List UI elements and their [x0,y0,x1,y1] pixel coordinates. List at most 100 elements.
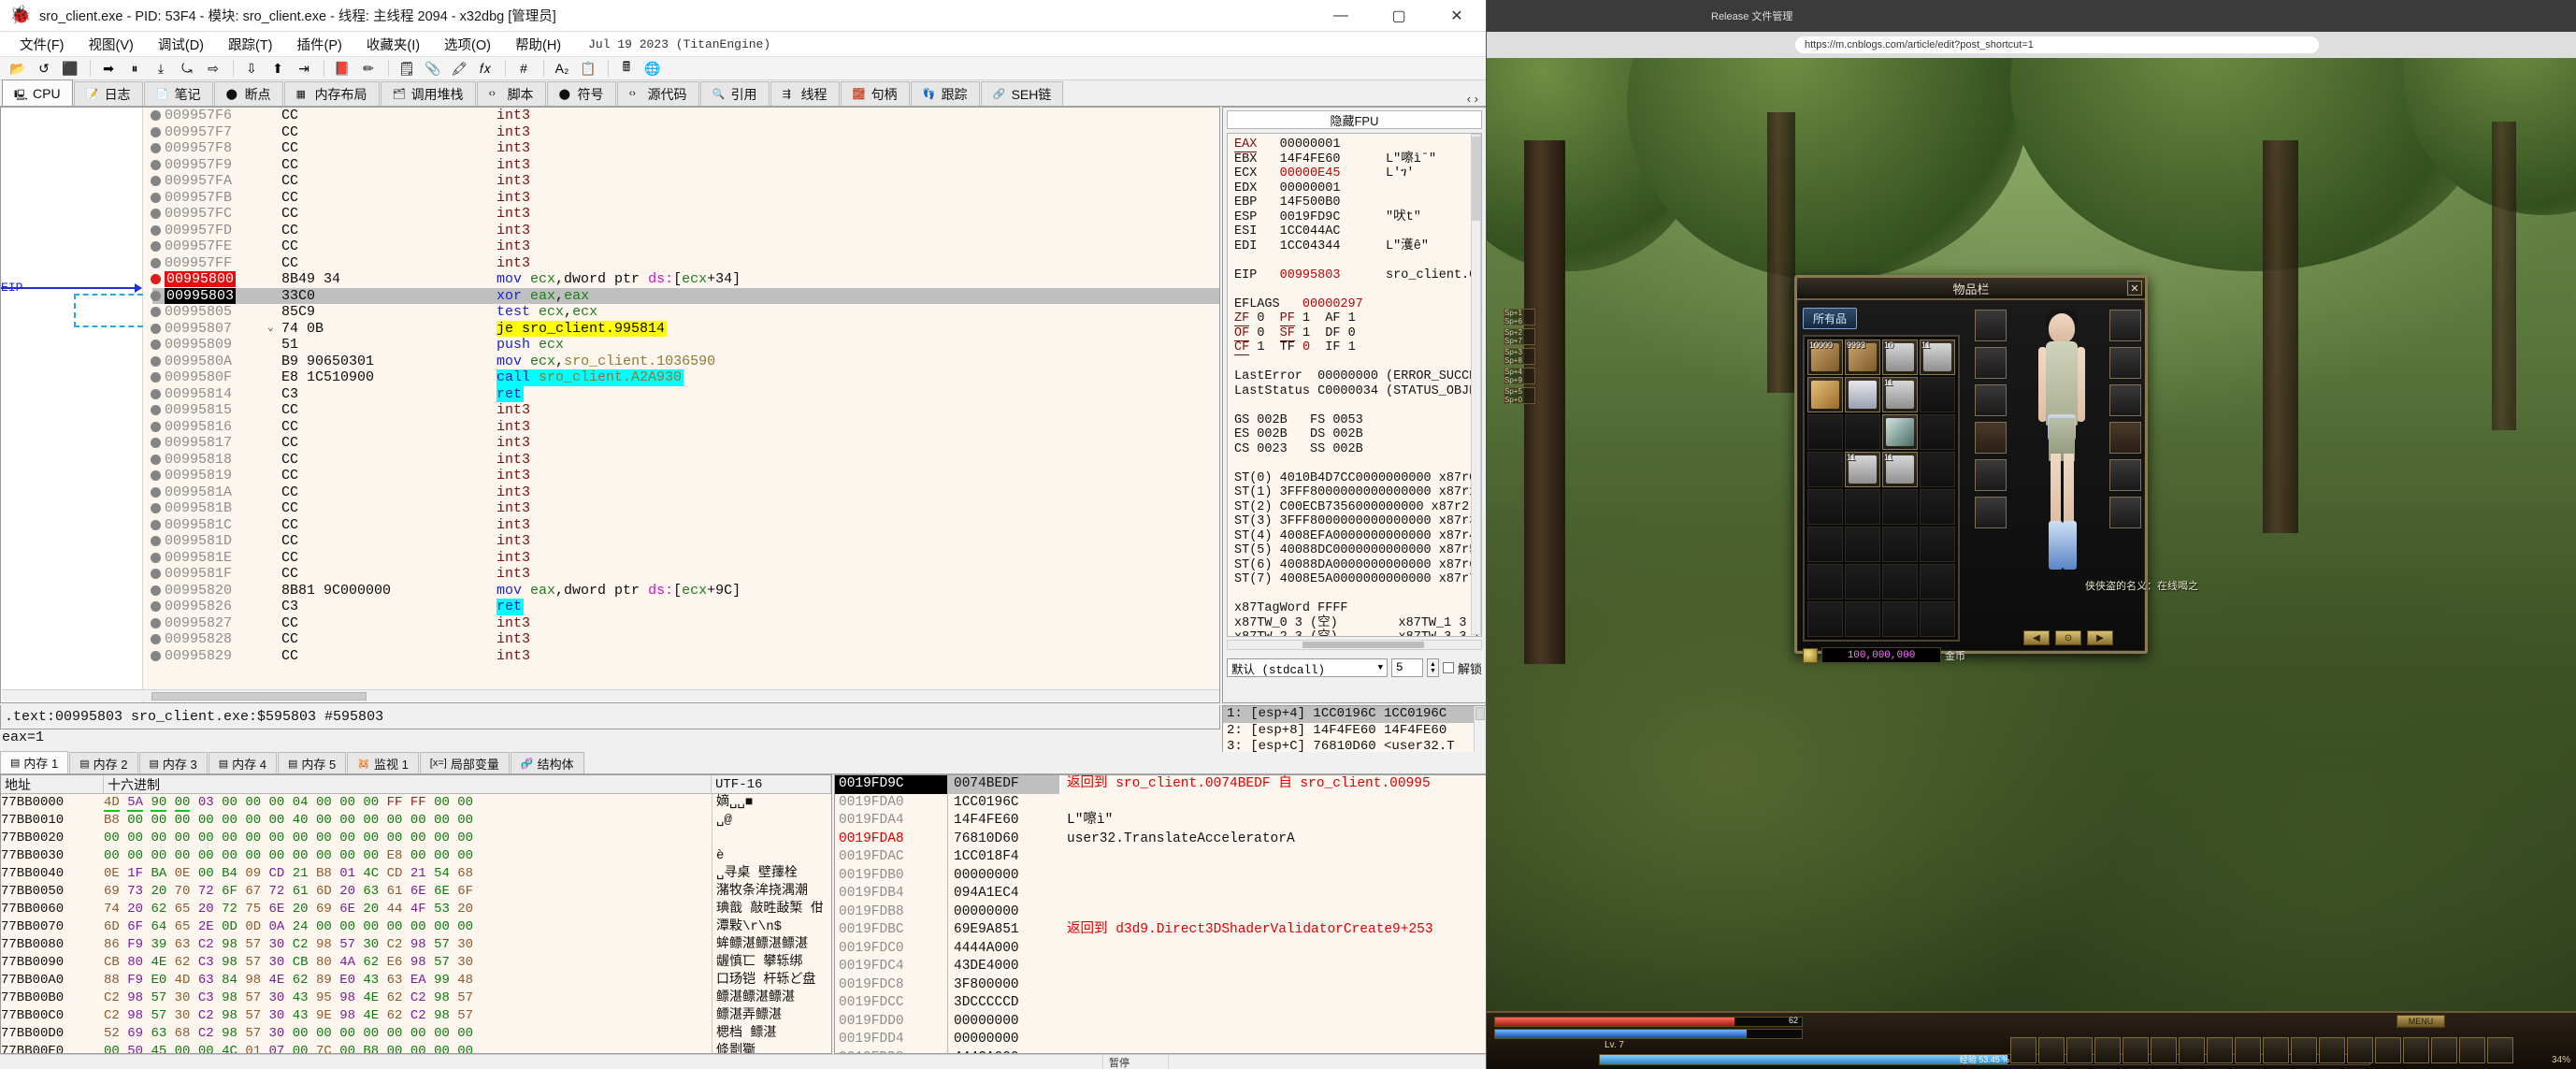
inventory-slot-empty[interactable] [1920,377,1955,412]
skill-slot[interactable] [2375,1037,2401,1063]
breakpoint-icon[interactable] [151,290,161,301]
inventory-grid[interactable]: 10000 9993 10 11 11 11 11 [1803,335,1960,642]
disassembly-row[interactable]: 00995814 C3 ret [1,385,1219,402]
inventory-slot-empty[interactable] [1845,414,1880,450]
inventory-slot-empty[interactable] [1845,489,1880,525]
breakpoint-icon[interactable] [151,126,161,137]
equip-column-left[interactable] [1975,310,2007,528]
breakpoint-icon[interactable] [151,388,161,399]
dump-row[interactable]: 77BB0050 69 73 20 70 72 6F 67 72 61 6D 20… [1,883,831,901]
skill-slot[interactable] [2038,1037,2065,1063]
menu-item-0[interactable]: 文件(F) [7,32,77,57]
step-out-icon[interactable]: ⇨ [201,58,225,79]
az-icon[interactable]: A₂ [550,58,574,79]
disassembly-row[interactable]: 0099581C CC int3 [1,517,1219,534]
memory-tab-监视 1[interactable]: 🐹 监视 1 [347,752,419,773]
arg-count-stepper[interactable]: ▲ ▼ [1426,658,1439,677]
breakpoint-icon[interactable] [151,209,161,220]
menu-item-3[interactable]: 跟踪(T) [216,32,285,57]
inventory-slot-empty[interactable] [1845,527,1880,562]
breakpoint-icon[interactable] [151,372,161,383]
skill-slot[interactable] [2487,1037,2513,1063]
dump-row[interactable]: 77BB00B0 C2 98 57 30 C3 98 57 30 43 95 98… [1,990,831,1007]
skill-slot[interactable] [2010,1037,2036,1063]
dump-row[interactable]: 77BB0010 B8 00 00 00 00 00 00 00 40 00 00… [1,812,831,830]
gloves-slot[interactable] [1975,384,2007,416]
skill-slot[interactable] [2207,1037,2233,1063]
disassembly-row[interactable]: 009957F6 CC int3 [1,108,1219,124]
dump-header-text[interactable]: UTF-16 [712,775,831,793]
inventory-slot-empty[interactable] [1845,564,1880,600]
dump-header-hex[interactable]: 十六进制 [104,775,712,794]
memory-tab-内存 3[interactable]: ▤ 内存 3 [138,752,208,773]
dump-row[interactable]: 77BB0030 00 00 00 00 00 00 00 00 00 00 00… [1,847,831,865]
disassembly-pane[interactable]: 009957F6 CC int3 009957F7 CC int3 009957F8 CC in… [0,107,1220,703]
inventory-slot-empty[interactable] [1807,452,1843,487]
inventory-item-pet[interactable] [1807,377,1843,412]
breakpoint-icon[interactable] [151,339,161,351]
disassembly-row[interactable]: 0099581B CC int3 [1,500,1219,517]
inventory-item-sword[interactable] [1882,414,1918,450]
breakpoint-icon[interactable] [151,454,161,465]
breakpoint-icon[interactable] [151,650,161,661]
disassembly-row[interactable]: 00995819 CC int3 [1,468,1219,484]
disassembly-row[interactable]: 00995800 8B49 34 mov ecx,dword ptr ds:[ecx… [1,271,1219,288]
breakpoint-icon[interactable] [151,323,161,334]
skill-slot[interactable] [2459,1037,2485,1063]
stack-pane[interactable]: 0019FD9C 0074BEDF 返回到 sro_client.0074BEDF … [834,774,1486,1054]
inventory-item-potion[interactable]: 11 [1882,452,1918,487]
skill-slot[interactable] [2431,1037,2457,1063]
breakpoint-icon[interactable] [151,274,161,285]
garment-slot[interactable] [1975,422,2007,454]
arrow-slot[interactable] [2109,384,2141,416]
disassembly-row[interactable]: 00995816 CC int3 [1,419,1219,436]
inventory-slot-empty[interactable] [1807,601,1843,637]
tab-跟踪[interactable]: 👣 跟踪 [910,81,980,106]
calling-convention-select[interactable]: 默认 (stdcall) ▼ [1227,658,1388,677]
disassembly-row[interactable]: 00995820 8B81 9C000000 mov eax,dword ptr d… [1,583,1219,600]
helmet-slot[interactable] [1975,347,2007,379]
disassembly-row[interactable]: 009957F7 CC int3 [1,124,1219,141]
inventory-slot-empty[interactable] [1882,601,1918,637]
pause-icon[interactable]: ⏸ [122,58,147,79]
earring-slot[interactable] [2109,497,2141,528]
disassembly-row[interactable]: 00995805 85C9 test ecx,ecx [1,304,1219,321]
log-icon[interactable]: 🗒 [395,58,419,79]
inventory-slot-empty[interactable] [1807,489,1843,525]
skill-slot[interactable] [2123,1037,2149,1063]
patch-icon[interactable]: 📎 [421,58,445,79]
breakpoint-icon[interactable] [151,110,161,122]
run-to-icon[interactable]: ⬆ [266,58,290,79]
menu-item-7[interactable]: 帮助(H) [503,32,573,57]
stack-row[interactable]: 0019FDB0 00000000 [835,866,1486,885]
breakpoint-icon[interactable] [151,519,161,530]
avatar-rotate-left-button[interactable]: ◀ [2023,630,2050,645]
necklace-slot[interactable] [1975,497,2007,528]
hide-fpu-button[interactable]: 隐藏FPU [1227,110,1482,129]
menu-item-1[interactable]: 视图(V) [77,32,146,57]
inventory-item-potion[interactable]: 11 [1920,339,1955,375]
stack-row[interactable]: 0019FDD0 00000000 [835,1012,1486,1031]
tab-源代码[interactable]: ‹› 源代码 [616,81,699,106]
disassembly-row[interactable]: 00995818 CC int3 [1,452,1219,469]
tab-内存布局[interactable]: ▦ 内存布局 [283,81,380,106]
breakpoint-icon[interactable] [151,421,161,432]
step-into-icon[interactable]: ⤓ [149,58,173,79]
disassembly-row[interactable]: 0099580F E8 1C510900 call sro_client.A2A93… [1,369,1219,386]
tab-引用[interactable]: 🔍 引用 [699,81,770,106]
dump-header-address[interactable]: 地址 [1,775,104,794]
stack-row[interactable]: 0019FDAC 1CC018F4 [835,848,1486,867]
dump-row[interactable]: 77BB00A0 88 F9 E0 4D 63 84 98 4E 62 89 E0… [1,972,831,990]
menu-button[interactable]: MENU [2396,1015,2445,1028]
disassembly-row[interactable]: 00995827 CC int3 [1,615,1219,632]
dump-row[interactable]: 77BB0020 00 00 00 00 00 00 00 00 00 00 00… [1,830,831,847]
pencil-icon[interactable]: ✏ [356,58,381,79]
minimize-button[interactable]: — [1312,0,1370,32]
calculator-icon[interactable]: 🖩 [614,58,639,79]
disassembly-row[interactable]: 00995803 33C0 xor eax,eax [1,287,1219,304]
skill-slot[interactable] [2151,1037,2177,1063]
memory-tab-结构体[interactable]: 🧬 结构体 [510,752,584,773]
disassembly-row[interactable]: 009957FB CC int3 [1,190,1219,207]
breakpoint-icon[interactable] [151,569,161,580]
dump-row[interactable]: 77BB0080 86 F9 39 63 C2 98 57 30 C2 98 57… [1,936,831,954]
